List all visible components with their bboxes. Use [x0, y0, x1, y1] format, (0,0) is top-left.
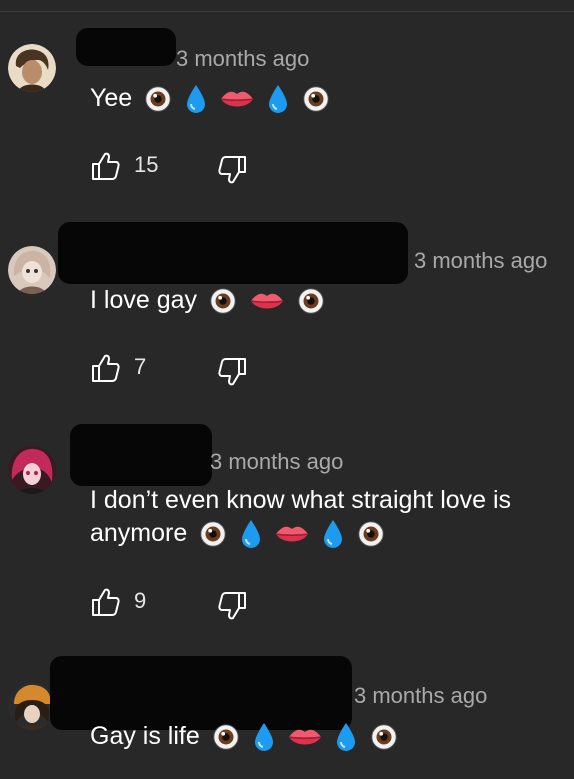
like-count: 7: [134, 354, 147, 379]
eye-emoji: [296, 286, 326, 316]
comment-text: Yee: [90, 82, 560, 115]
comment-body: Yee: [90, 84, 133, 112]
comment-timestamp: 3 months ago: [210, 449, 344, 474]
droplet-emoji: [334, 721, 358, 753]
lips-emoji: [287, 725, 323, 749]
thumbs-up-icon[interactable]: [90, 353, 120, 383]
thumbs-down-icon[interactable]: [218, 155, 248, 185]
comment-body: Gay is life: [90, 722, 200, 750]
thumbs-down-icon[interactable]: [218, 357, 248, 387]
comment-body-line: I don’t even know what straight love is: [90, 486, 512, 514]
comment-timestamp: 3 months ago: [176, 46, 310, 71]
eye-emoji: [301, 84, 331, 114]
redacted-username: [50, 656, 352, 730]
eye-emoji: [211, 722, 241, 752]
avatar[interactable]: [8, 44, 56, 92]
redacted-username: [70, 424, 212, 486]
comment-text: I don’t even know what straight love is …: [90, 484, 560, 550]
comment-text: Gay is life: [90, 720, 560, 753]
eye-emoji: [208, 286, 238, 316]
comment-body: I love gay: [90, 286, 198, 314]
droplet-emoji: [239, 518, 263, 550]
droplet-emoji: [266, 83, 290, 115]
thumbs-up-icon[interactable]: [90, 587, 120, 617]
droplet-emoji: [321, 518, 345, 550]
comment-timestamp: 3 months ago: [354, 683, 488, 708]
redacted-username: [76, 28, 176, 66]
lips-emoji: [249, 289, 285, 313]
divider: [0, 11, 574, 12]
avatar[interactable]: [8, 246, 56, 294]
redacted-username: [58, 222, 408, 284]
droplet-emoji: [184, 83, 208, 115]
avatar[interactable]: [8, 446, 56, 494]
lips-emoji: [219, 87, 255, 111]
eye-emoji: [198, 519, 228, 549]
thumbs-down-icon[interactable]: [218, 591, 248, 621]
like-count: 9: [134, 588, 147, 613]
lips-emoji: [274, 522, 310, 546]
eye-emoji: [143, 84, 173, 114]
comment-text: I love gay: [90, 284, 560, 317]
thumbs-up-icon[interactable]: [90, 151, 120, 181]
like-count: 15: [134, 152, 159, 177]
droplet-emoji: [252, 721, 276, 753]
avatar[interactable]: [8, 682, 56, 730]
comment-body-line: anymore: [90, 519, 188, 547]
eye-emoji: [356, 519, 386, 549]
eye-emoji: [369, 722, 399, 752]
comment-timestamp: 3 months ago: [414, 248, 548, 273]
